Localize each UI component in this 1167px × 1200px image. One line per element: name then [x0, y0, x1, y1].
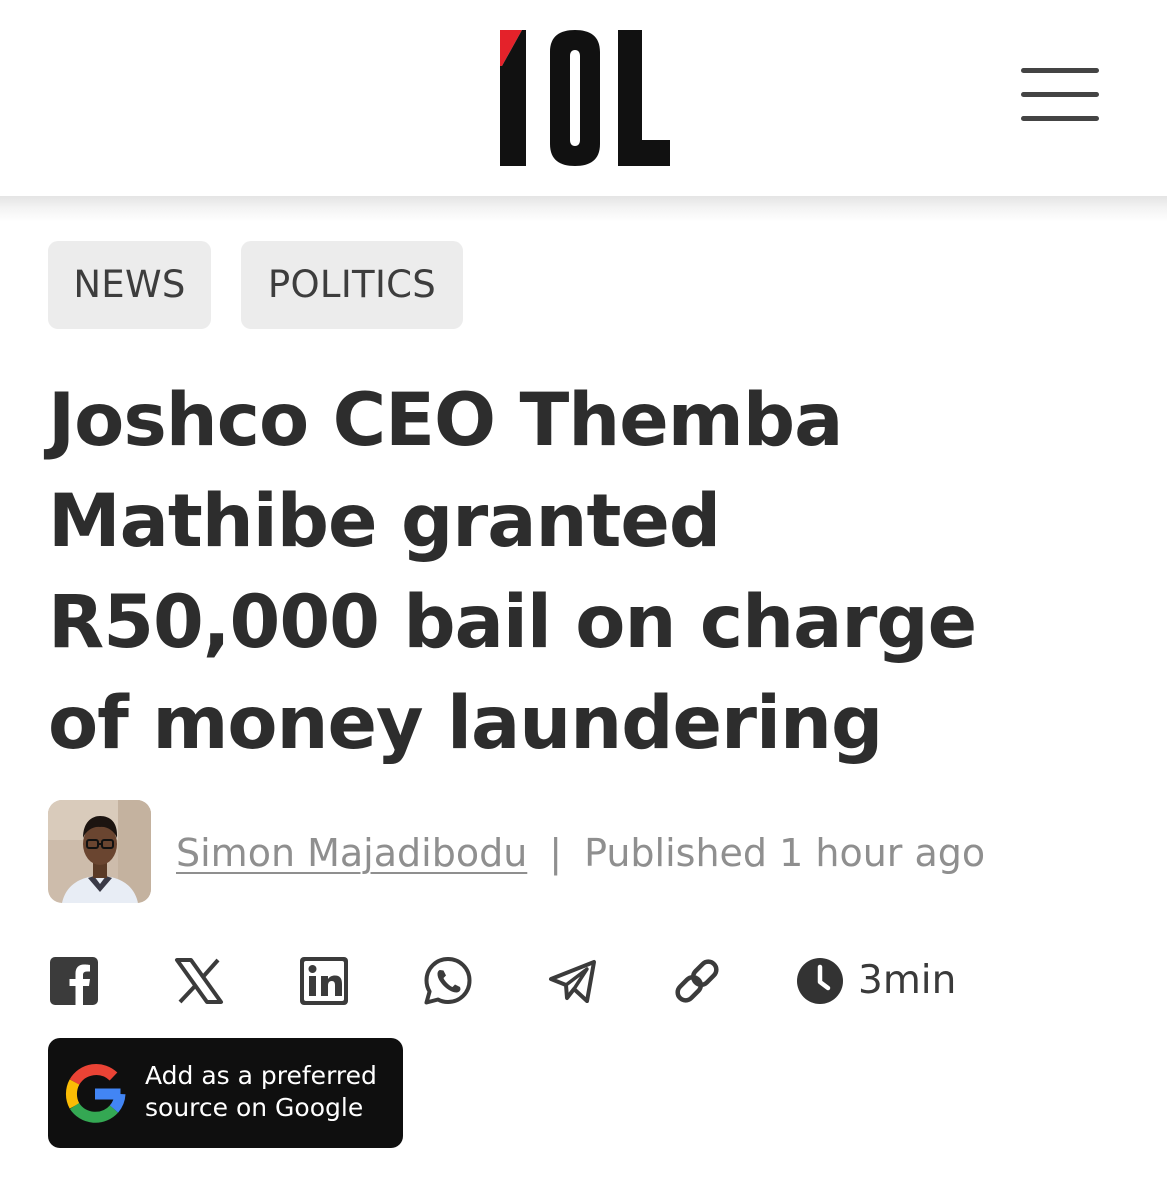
- whatsapp-icon[interactable]: [422, 955, 474, 1007]
- menu-bar: [1021, 68, 1099, 73]
- headline-line: of money laundering: [48, 681, 883, 766]
- headline-line: Mathibe granted: [48, 479, 721, 564]
- header-shadow: [0, 196, 1167, 222]
- facebook-icon[interactable]: [48, 955, 100, 1007]
- menu-bar: [1021, 92, 1099, 97]
- linkedin-icon[interactable]: [298, 955, 350, 1007]
- headline-line: R50,000 bail on charge: [48, 580, 977, 665]
- telegram-icon[interactable]: [547, 955, 599, 1007]
- author-link[interactable]: Simon Majadibodu: [176, 831, 527, 875]
- clock-icon: [795, 956, 845, 1006]
- hamburger-menu-icon[interactable]: [1018, 66, 1102, 124]
- google-g-icon: [64, 1063, 126, 1125]
- menu-bar: [1021, 116, 1099, 121]
- read-time: 3min: [858, 958, 957, 1003]
- tag-news[interactable]: NEWS: [48, 241, 211, 329]
- google-cta-line: Add as a preferred: [145, 1061, 377, 1090]
- google-cta-line: source on Google: [145, 1093, 364, 1122]
- link-icon[interactable]: [671, 955, 723, 1007]
- byline-separator: |: [549, 831, 563, 875]
- published-time: Published 1 hour ago: [584, 831, 986, 875]
- article-headline: Joshco CEO Themba Mathibe granted R50,00…: [48, 370, 1138, 774]
- google-cta-text: Add as a preferred source on Google: [145, 1060, 395, 1124]
- site-header: [0, 0, 1167, 196]
- author-avatar[interactable]: [48, 800, 151, 903]
- headline-line: Joshco CEO Themba: [48, 378, 843, 463]
- tag-politics[interactable]: POLITICS: [241, 241, 463, 329]
- google-preferred-source-button[interactable]: Add as a preferred source on Google: [48, 1038, 403, 1148]
- x-icon[interactable]: [173, 955, 225, 1007]
- iol-logo[interactable]: [496, 30, 672, 166]
- byline: Simon Majadibodu | Published 1 hour ago: [176, 826, 985, 880]
